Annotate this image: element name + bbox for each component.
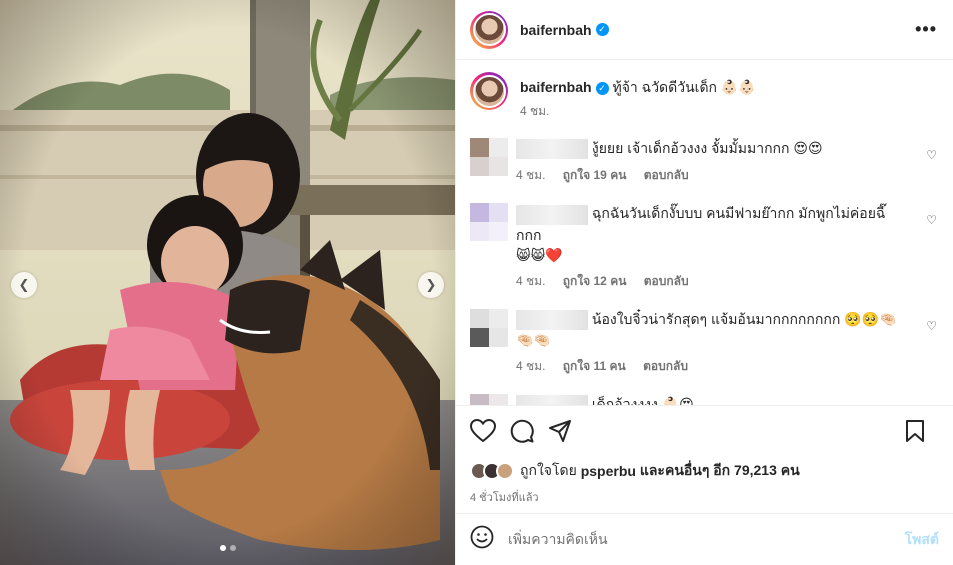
post-comment-button[interactable]: โพสต์ xyxy=(905,529,939,551)
comment-time: 4 ชม. xyxy=(516,273,546,288)
next-photo-button[interactable]: ❯ xyxy=(418,272,444,298)
comment-bubble-icon[interactable] xyxy=(510,419,534,448)
author-avatar[interactable] xyxy=(470,10,508,49)
reply-button[interactable]: ตอบกลับ xyxy=(643,359,688,373)
reply-button[interactable]: ตอบกลับ xyxy=(644,168,689,182)
comments-list[interactable]: baifernbah ✓ ทู้จ้า ฉวัดดีวันเด็ก 👶🏻👶🏻 4 … xyxy=(456,60,953,405)
liker-avatars xyxy=(470,462,514,480)
comment-text: งู้ยยย เจ้าเด็กอ้วงงง จั้มมั้มมากกก 😍😍 xyxy=(591,140,823,156)
like-comment-heart-icon[interactable]: ♡ xyxy=(926,404,937,405)
comment-input[interactable]: เพิ่มความคิดเห็น xyxy=(508,529,608,551)
comment-emoji: 😸😸❤️ xyxy=(516,246,563,263)
caption-text: ทู้จ้า ฉวัดดีวันเด็ก 👶🏻👶🏻 xyxy=(612,79,756,95)
commenter-avatar[interactable] xyxy=(470,393,508,405)
post-caption: baifernbah ✓ ทู้จ้า ฉวัดดีวันเด็ก 👶🏻👶🏻 4 … xyxy=(470,72,937,120)
commenter-avatar[interactable] xyxy=(470,308,508,347)
comment-item: งู้ยยย เจ้าเด็กอ้วงงง จั้มมั้มมากกก 😍😍 4… xyxy=(470,138,937,185)
chevron-right-icon: ❯ xyxy=(425,277,437,292)
comment-text: เด็กอ้วงงงง 👶🏻😍 xyxy=(591,395,694,405)
commenter-username-redacted[interactable] xyxy=(516,204,588,225)
commenter-username-redacted[interactable] xyxy=(516,395,588,405)
comment-text: น้องใบจิ๋วน่ารักสุดๆ แจ้มอ้นมากกกกกกกก 🥺… xyxy=(591,310,897,327)
post-header: baifernbah ✓ ••• xyxy=(456,0,953,60)
comment-time: 4 ชม. xyxy=(516,168,546,183)
more-options-icon[interactable]: ••• xyxy=(915,19,937,40)
reply-button[interactable]: ตอบกลับ xyxy=(644,274,689,288)
comment-time: 4 ชม. xyxy=(516,358,546,373)
comment-composer: เพิ่มความคิดเห็น โพสต์ xyxy=(456,513,953,565)
comment-emoji: 🤏🏻🤏🏻 xyxy=(516,331,551,348)
comment-likes[interactable]: ถูกใจ 11 คน xyxy=(563,359,626,373)
commenter-avatar[interactable] xyxy=(470,138,508,176)
share-send-icon[interactable] xyxy=(548,419,572,448)
caption-username[interactable]: baifernbah xyxy=(520,79,592,95)
post-timestamp: 4 ชั่วโมงที่แล้ว xyxy=(470,492,539,504)
commenter-avatar[interactable] xyxy=(470,203,508,242)
comment-item: น้องใบจิ๋วน่ารักสุดๆ แจ้มอ้นมากกกกกกกก 🥺… xyxy=(470,308,937,376)
verified-badge-icon: ✓ xyxy=(595,81,609,95)
vintage-photo xyxy=(0,0,455,565)
carousel-indicator xyxy=(220,545,236,551)
chevron-left-icon: ❮ xyxy=(18,277,30,292)
verified-badge-icon: ✓ xyxy=(595,23,609,36)
like-comment-heart-icon[interactable]: ♡ xyxy=(926,319,937,333)
like-heart-icon[interactable] xyxy=(469,418,497,448)
likes-summary[interactable]: ถูกใจโดย psperbu และคนอื่นๆ อีก 79,213 ค… xyxy=(470,460,939,482)
caption-avatar[interactable] xyxy=(470,72,508,110)
author-username[interactable]: baifernbah xyxy=(520,22,592,38)
post-actions: ถูกใจโดย psperbu และคนอื่นๆ อีก 79,213 ค… xyxy=(456,405,953,513)
carousel-dot xyxy=(230,545,236,551)
comment-item: เด็กอ้วงงงง 👶🏻😍 ♡ xyxy=(470,393,937,405)
caption-time: 4 ชม. xyxy=(520,104,550,118)
comment-likes[interactable]: ถูกใจ 12 คน xyxy=(563,274,627,288)
liked-by-suffix[interactable]: และคนอื่นๆ อีก 79,213 คน xyxy=(640,460,800,482)
post-sidebar: baifernbah ✓ ••• baifernbah ✓ ทู้จ้า ฉวัด… xyxy=(455,0,953,565)
like-comment-heart-icon[interactable]: ♡ xyxy=(926,213,937,227)
commenter-username-redacted[interactable] xyxy=(516,139,588,160)
emoji-picker-icon[interactable] xyxy=(470,525,494,554)
previous-photo-button[interactable]: ❮ xyxy=(11,272,37,298)
save-bookmark-icon[interactable] xyxy=(905,419,925,448)
liked-by-user[interactable]: psperbu xyxy=(581,463,636,479)
liked-by-prefix: ถูกใจโดย xyxy=(520,462,577,478)
commenter-username-redacted[interactable] xyxy=(516,309,588,330)
like-comment-heart-icon[interactable]: ♡ xyxy=(926,148,937,162)
comment-likes[interactable]: ถูกใจ 19 คน xyxy=(563,168,627,182)
carousel-dot xyxy=(220,545,226,551)
comment-item: ฉุกฉันวันเด็กงั๊บบบ คนมีฟามย๊ากก มักพูกไ… xyxy=(470,203,937,290)
post-dialog: ❮ ❯ baifernbah ✓ ••• baifernbah ✓ ทู้จ้า … xyxy=(0,0,953,565)
post-photo[interactable]: ❮ ❯ xyxy=(0,0,455,565)
